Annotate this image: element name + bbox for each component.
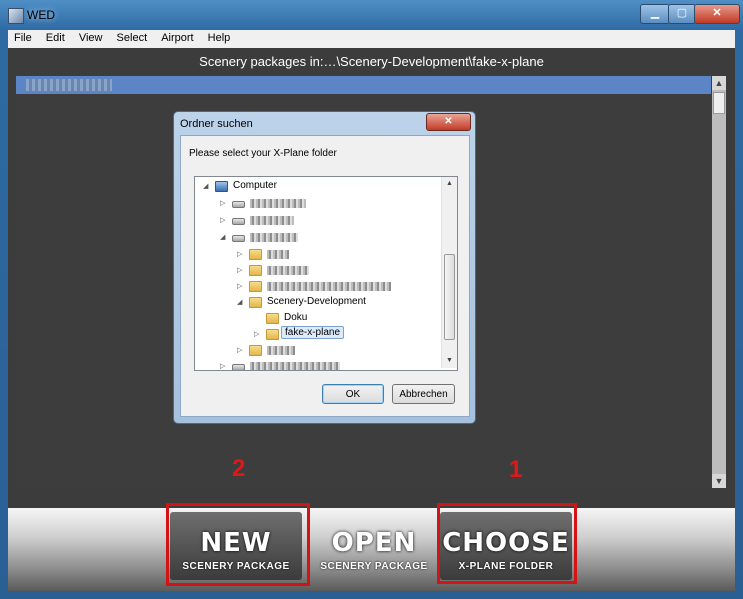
redacted-label: [250, 233, 298, 242]
folder-icon: [249, 297, 262, 308]
tree-scrollbar-thumb[interactable]: [444, 254, 455, 340]
open-button-sublabel: SCENERY PACKAGE: [320, 561, 428, 572]
menu-bar: File Edit View Select Airport Help: [8, 30, 735, 48]
minimize-button[interactable]: ▁: [640, 4, 670, 24]
scroll-down-arrow-icon[interactable]: ▼: [712, 474, 726, 488]
drive-icon: [232, 235, 245, 242]
close-window-button[interactable]: ✕: [694, 4, 740, 24]
expand-arrow-icon[interactable]: ▷: [237, 250, 245, 258]
tree-label-fake-x-plane: fake-x-plane: [281, 326, 345, 339]
folder-icon: [249, 265, 262, 276]
scrollbar-thumb[interactable]: [713, 92, 725, 114]
wed-app-icon: [8, 8, 24, 24]
menu-airport[interactable]: Airport: [155, 30, 198, 44]
collapse-arrow-icon[interactable]: ◢: [203, 182, 211, 190]
tree-node-redacted[interactable]: ▷: [237, 263, 427, 279]
redacted-label: [250, 362, 340, 370]
folder-browse-dialog: Ordner suchen ✕ Please select your X-Pla…: [173, 111, 476, 424]
computer-icon: [215, 181, 228, 192]
folder-tree[interactable]: ◢ Computer ▷ ▷ ◢ ▷ ▷ ▷ ◢ Scenery-Develop…: [194, 176, 458, 371]
redacted-label: [250, 199, 306, 208]
menu-help[interactable]: Help: [202, 30, 236, 44]
folder-icon: [249, 345, 262, 356]
tree-node-fake-x-plane[interactable]: ▷ fake-x-plane: [254, 326, 424, 343]
expand-arrow-icon[interactable]: ▷: [237, 266, 245, 274]
expand-arrow-icon[interactable]: ▷: [220, 199, 228, 207]
open-button-label: OPEN: [331, 528, 417, 558]
redacted-label: [267, 346, 295, 355]
tree-node-redacted[interactable]: ▷: [237, 247, 427, 263]
window-title: WED: [27, 8, 55, 22]
redacted-label: [267, 250, 289, 259]
expand-arrow-icon[interactable]: ▷: [220, 216, 228, 224]
expand-arrow-icon[interactable]: ▷: [237, 346, 245, 354]
scenery-path-header: Scenery packages in:…\Scenery-Developmen…: [199, 54, 544, 69]
expand-arrow-icon[interactable]: ▷: [254, 330, 262, 338]
tree-scrollbar[interactable]: ▲ ▼: [441, 177, 457, 368]
scroll-up-arrow-icon[interactable]: ▲: [712, 76, 726, 90]
redacted-label: [250, 216, 294, 225]
annotation-marker-1: 1: [509, 456, 523, 483]
menu-edit[interactable]: Edit: [40, 30, 70, 44]
title-bar: WED ▁ ▢ ✕: [0, 0, 743, 30]
menu-file[interactable]: File: [8, 30, 37, 44]
folder-icon: [266, 329, 279, 340]
tree-node-doku[interactable]: Doku: [254, 311, 424, 327]
annotation-box-choose: [437, 503, 577, 584]
tree-node-redacted[interactable]: ▷: [237, 279, 427, 295]
expand-arrow-icon[interactable]: ▷: [220, 362, 228, 370]
drive-icon: [232, 218, 245, 225]
drive-icon: [232, 201, 245, 208]
package-row-selected[interactable]: [16, 76, 711, 94]
annotation-box-new: [166, 503, 310, 586]
tree-scroll-down-icon[interactable]: ▼: [442, 354, 457, 368]
dialog-prompt: Please select your X-Plane folder: [189, 148, 337, 159]
expand-arrow-icon[interactable]: ▷: [237, 282, 245, 290]
folder-icon: [266, 313, 279, 324]
wed-window: WED ▁ ▢ ✕ File Edit View Select Airport …: [0, 0, 743, 599]
ok-button[interactable]: OK: [322, 384, 384, 404]
tree-node-redacted[interactable]: ▷: [220, 196, 420, 212]
tree-node-redacted[interactable]: ▷: [220, 213, 420, 229]
cancel-button[interactable]: Abbrechen: [392, 384, 455, 404]
annotation-marker-2: 2: [232, 455, 246, 482]
open-scenery-package-button[interactable]: OPEN SCENERY PACKAGE: [308, 512, 440, 580]
tree-node-redacted[interactable]: ▷: [220, 359, 420, 370]
redacted-label: [267, 266, 309, 275]
collapse-arrow-icon[interactable]: ◢: [220, 233, 228, 241]
tree-scroll-up-icon[interactable]: ▲: [442, 177, 457, 191]
tree-label-doku: Doku: [284, 312, 308, 323]
tree-label-computer: Computer: [233, 180, 277, 191]
tree-node-redacted[interactable]: ◢: [220, 230, 420, 246]
package-list-scrollbar[interactable]: ▲ ▼: [712, 76, 726, 488]
tree-label-scenery-development: Scenery-Development: [267, 296, 366, 307]
dialog-close-button[interactable]: ✕: [426, 113, 471, 131]
bottom-toolbar: NEW SCENERY PACKAGE OPEN SCENERY PACKAGE…: [8, 508, 735, 591]
tree-node-scenery-development[interactable]: ◢ Scenery-Development: [237, 295, 427, 311]
folder-icon: [249, 281, 262, 292]
maximize-button[interactable]: ▢: [668, 4, 696, 24]
collapse-arrow-icon[interactable]: ◢: [237, 298, 245, 306]
dialog-body: Please select your X-Plane folder ◢ Comp…: [180, 135, 470, 417]
tree-node-redacted[interactable]: ▷: [237, 343, 427, 359]
redacted-label: [267, 282, 391, 291]
folder-icon: [249, 249, 262, 260]
menu-select[interactable]: Select: [111, 30, 153, 44]
menu-view[interactable]: View: [73, 30, 108, 44]
dialog-title: Ordner suchen: [180, 118, 253, 130]
tree-node-computer[interactable]: ◢ Computer: [203, 179, 403, 195]
drive-icon: [232, 364, 245, 370]
package-name-redacted: [26, 79, 112, 91]
